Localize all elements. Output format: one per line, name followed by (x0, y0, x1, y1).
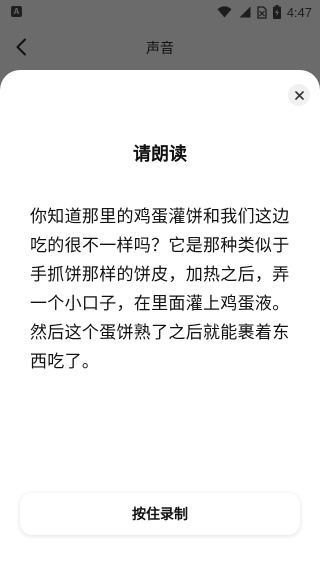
wifi-icon (217, 6, 232, 18)
reading-passage: 你知道那里的鸡蛋灌饼和我们这边吃的很不一样吗？它是那种类似于手抓饼那样的饼皮，加… (30, 207, 290, 372)
status-bar: A 4:47 (0, 0, 320, 24)
read-aloud-sheet: 请朗读 你知道那里的鸡蛋灌饼和我们这边吃的很不一样吗？它是那种类似于手抓饼那样的… (0, 70, 320, 569)
status-icons: 4:47 (211, 3, 312, 21)
close-icon (294, 90, 304, 100)
no-sim-icon (257, 5, 267, 19)
close-button[interactable] (288, 84, 310, 106)
sheet-title: 请朗读 (133, 144, 187, 165)
app-notification-icon: A (11, 6, 22, 17)
app-header: 声音 (0, 24, 320, 70)
status-time: 4:47 (286, 4, 312, 20)
battery-charging-icon (272, 5, 281, 19)
page-title: 声音 (146, 41, 174, 57)
hold-to-record-button[interactable]: 按住录制 (20, 493, 300, 535)
signal-icon (238, 6, 251, 18)
